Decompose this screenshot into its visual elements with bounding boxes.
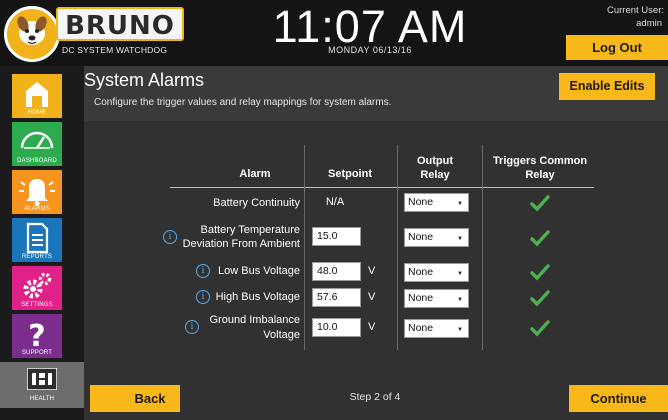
column-divider [304, 145, 305, 350]
setpoint-input[interactable]: 10.0 [312, 318, 361, 337]
setpoint-unit: V [368, 265, 376, 277]
nav-label-support: SUPPORT [21, 350, 53, 356]
alarm-name: Low Bus Voltage [218, 265, 300, 277]
output-relay-select[interactable]: None ▼ [404, 319, 469, 338]
svg-text:?: ? [28, 319, 45, 354]
nav-label-alarms: ALARMS [24, 206, 50, 212]
checkmark-icon [530, 195, 550, 212]
output-relay-select[interactable]: None ▼ [404, 193, 469, 212]
chevron-down-icon: ▼ [457, 297, 463, 303]
setpoint-unit: V [368, 291, 376, 303]
current-user-name: admin [636, 18, 662, 29]
page-subtitle: Configure the trigger values and relay m… [94, 97, 392, 108]
health-icon [27, 368, 57, 390]
output-relay-select[interactable]: None ▼ [404, 263, 469, 282]
header-triggers-line1: Triggers Common [492, 155, 588, 167]
select-value: None [408, 196, 434, 208]
back-button[interactable]: Back [90, 385, 180, 412]
header-output-relay-line1: Output [416, 155, 454, 167]
alarm-name: High Bus Voltage [215, 291, 300, 303]
select-value: None [408, 231, 434, 243]
header-setpoint: Setpoint [328, 168, 372, 180]
nav-item-dashboard[interactable]: DASHBOARD [12, 122, 62, 166]
alarm-name-line2: Deviation From Ambient [182, 238, 300, 250]
nav-label-health: HEALTH [29, 396, 55, 402]
nav-item-home[interactable]: HOME [12, 74, 62, 118]
nav-item-reports[interactable]: REPORTS [12, 218, 62, 262]
setpoint-value: N/A [325, 196, 345, 208]
checkmark-icon [530, 264, 550, 281]
page-title: System Alarms [84, 70, 205, 90]
column-divider [482, 145, 483, 350]
alarm-name-line1: Ground Imbalance [209, 314, 301, 326]
header-output-relay-line2: Relay [420, 169, 450, 181]
top-header: BRUNO DC SYSTEM WATCHDOG 11:07 AM MONDAY… [0, 0, 668, 66]
alarm-name: Battery Continuity [213, 197, 300, 209]
current-user-label: Current User: [606, 5, 664, 16]
setpoint-input[interactable]: 48.0 [312, 262, 361, 281]
app-name: BRUNO [65, 11, 175, 41]
setpoint-input[interactable]: 57.6 [312, 288, 361, 307]
chevron-down-icon: ▼ [457, 327, 463, 333]
nav-item-health[interactable]: HEALTH [0, 362, 84, 408]
column-divider [397, 145, 398, 350]
select-value: None [408, 266, 434, 278]
header-alarm: Alarm [239, 168, 271, 180]
select-value: None [408, 292, 434, 304]
step-indicator: Step 2 of 4 [349, 391, 401, 403]
checkmark-icon [530, 320, 550, 337]
header-divider [170, 187, 594, 188]
nav-label-dashboard: DASHBOARD [17, 158, 57, 164]
clock-time: 11:07 AM [272, 1, 468, 52]
enable-edits-button[interactable]: Enable Edits [559, 73, 655, 100]
logout-button[interactable]: Log Out [566, 35, 668, 60]
nav-label-settings: SETTINGS [21, 302, 53, 308]
sidebar-nav: HOME DASHBOARD ALARMS REPORTS SETTINGS ?… [0, 66, 84, 420]
nav-label-reports: REPORTS [21, 254, 53, 260]
chevron-down-icon: ▼ [457, 201, 463, 207]
clock-date: MONDAY 06/13/16 [328, 45, 412, 55]
nav-item-support[interactable]: ? SUPPORT [12, 314, 62, 358]
bruno-logo: BRUNO DC SYSTEM WATCHDOG [4, 2, 214, 64]
app-tagline: DC SYSTEM WATCHDOG [62, 45, 168, 55]
setpoint-input[interactable]: 15.0 [312, 227, 361, 246]
output-relay-select[interactable]: None ▼ [404, 228, 469, 247]
select-value: None [408, 322, 434, 334]
alarm-name-line2: Voltage [263, 329, 300, 341]
page-header: System Alarms Configure the trigger valu… [84, 66, 668, 121]
alarm-name-line1: Battery Temperature [200, 224, 300, 236]
setpoint-unit: V [368, 321, 376, 333]
nav-label-home: HOME [27, 110, 47, 116]
nav-item-alarms[interactable]: ALARMS [12, 170, 62, 214]
chevron-down-icon: ▼ [457, 236, 463, 242]
logo-banner: BRUNO [56, 7, 184, 41]
chevron-down-icon: ▼ [457, 271, 463, 277]
output-relay-select[interactable]: None ▼ [404, 289, 469, 308]
continue-button[interactable]: Continue [569, 385, 668, 412]
nav-item-settings[interactable]: SETTINGS [12, 266, 62, 310]
checkmark-icon [530, 290, 550, 307]
checkmark-icon [530, 230, 550, 247]
dog-mascot-icon [17, 16, 47, 45]
header-triggers-line2: Relay [525, 169, 555, 181]
